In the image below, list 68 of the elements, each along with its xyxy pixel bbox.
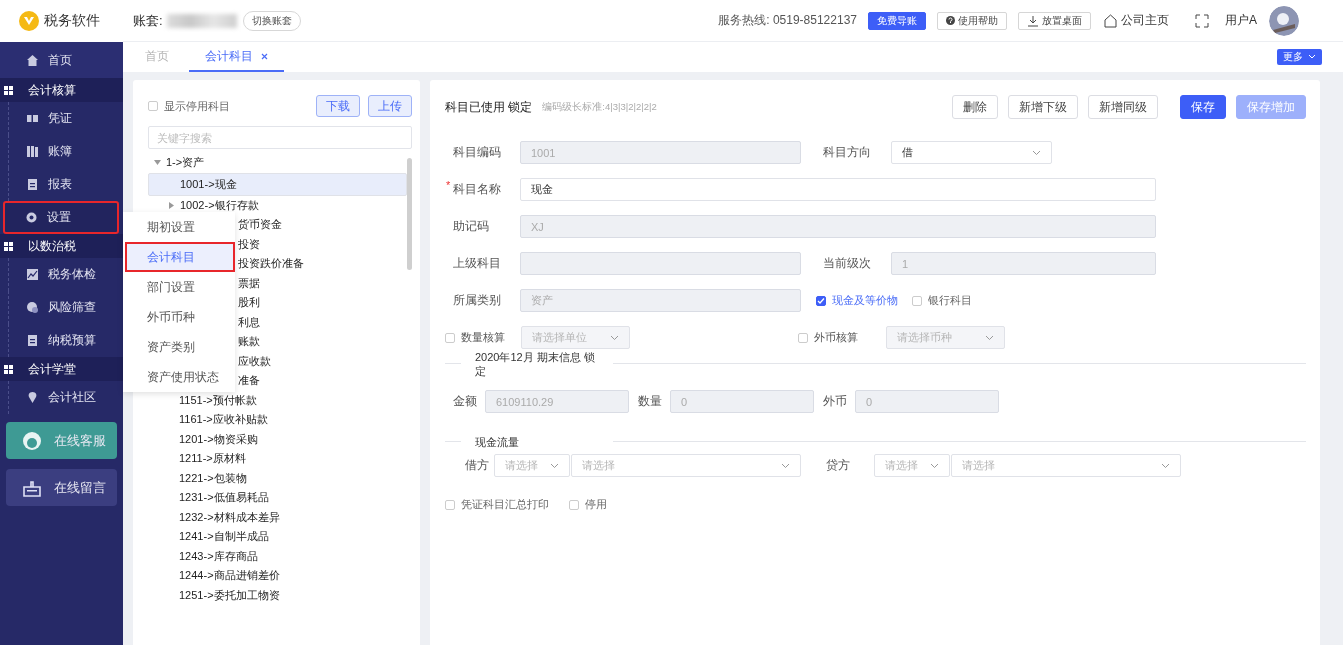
field-label: 科目名称	[452, 182, 502, 197]
required-mark: *	[446, 179, 452, 191]
leave-message-button[interactable]: 在线留言	[6, 469, 117, 506]
tree-node[interactable]: 1->资产	[148, 153, 407, 173]
field-label: 贷方	[826, 458, 851, 473]
direction-select[interactable]: 借	[891, 141, 1052, 164]
tree-node[interactable]: 1231->低值易耗品	[148, 488, 407, 508]
search-field[interactable]: 关键字搜索	[148, 126, 412, 149]
tree-node[interactable]: 1211->原材料	[148, 449, 407, 469]
user-name[interactable]: 用户A	[1225, 12, 1257, 29]
tree-node[interactable]: 1244->商品进销差价	[148, 566, 407, 586]
flag-checkbox[interactable]: 现金及等价物	[816, 293, 898, 308]
section-title: 2020年12月 期末信息 锁定	[461, 350, 613, 378]
sidebar-group[interactable]: 以数治税	[0, 234, 123, 258]
option-checkbox[interactable]: 停用	[569, 497, 607, 512]
add-sibling-button[interactable]: 新增同级	[1088, 95, 1158, 119]
field-label: 数量	[638, 394, 662, 409]
field-label: 当前级次	[823, 256, 872, 271]
menu-item[interactable]: 外币币种	[123, 302, 235, 332]
field-label: 助记码	[452, 219, 490, 234]
tree-node[interactable]: 1002->银行存款	[148, 195, 407, 215]
tree-node[interactable]: 1251->委托加工物资	[148, 585, 407, 605]
tree-node[interactable]: 1001->现金	[148, 172, 407, 196]
switch-account-button[interactable]: 切换账套	[242, 10, 301, 31]
tree-node[interactable]: 1161->应收补贴款	[148, 410, 407, 430]
import-button[interactable]: 免费导账	[868, 11, 926, 30]
tree-node[interactable]: 1151->预付帐款	[148, 390, 407, 410]
field-label: 外币	[823, 394, 847, 409]
field-label: 金额	[453, 394, 477, 409]
menu-item[interactable]: 会计科目	[125, 242, 235, 272]
menu-item[interactable]: 资产类别	[123, 332, 235, 362]
company-home-link[interactable]: 公司主页	[1104, 12, 1169, 29]
app-name: 税务软件	[44, 12, 100, 30]
sidebar-item[interactable]: 设置	[3, 201, 119, 234]
sidebar-item[interactable]: 首页	[0, 42, 123, 78]
code-rule-text: 编码级长标准:4|3|3|2|2|2|2	[542, 100, 657, 114]
menu-item[interactable]: 资产使用状态	[123, 362, 235, 392]
download-button[interactable]: 下载	[316, 95, 360, 117]
hotline-text: 服务热线: 0519-85122137	[718, 12, 857, 29]
upload-button[interactable]: 上传	[368, 95, 412, 117]
tree-node[interactable]: 1241->自制半成品	[148, 527, 407, 547]
name-field[interactable]: 现金	[520, 178, 1156, 201]
menu-item[interactable]: 期初设置	[123, 212, 235, 242]
field-label: 借方	[464, 458, 490, 473]
currency-checkbox[interactable]: 外币核算	[798, 330, 886, 345]
tree-node[interactable]: 1232->材料成本差异	[148, 507, 407, 527]
add-child-button[interactable]: 新增下级	[1008, 95, 1078, 119]
tree-node[interactable]: 1221->包装物	[148, 468, 407, 488]
field-label: 科目编码	[452, 145, 502, 160]
flag-checkbox[interactable]: 银行科目	[912, 293, 972, 308]
help-button[interactable]: 使用帮助	[937, 11, 1007, 30]
desktop-button[interactable]: 放置桌面	[1018, 11, 1091, 30]
field-label: 所属类别	[452, 293, 502, 308]
sidebar-group[interactable]: 会计核算	[0, 78, 123, 102]
option-checkbox[interactable]: 凭证科目汇总打印	[445, 497, 549, 512]
save-button[interactable]: 保存	[1180, 95, 1226, 119]
account-label: 账套:	[133, 11, 163, 30]
field-label: 上级科目	[452, 256, 502, 271]
sidebar-group[interactable]: 会计学堂	[0, 357, 123, 381]
menu-item[interactable]: 部门设置	[123, 272, 235, 302]
delete-button[interactable]: 删除	[952, 95, 998, 119]
more-button[interactable]: 更多	[1277, 49, 1322, 65]
form-title: 科目已使用 锁定	[445, 98, 533, 116]
quantity-checkbox[interactable]: 数量核算	[445, 330, 521, 345]
tree-node[interactable]: 1201->物资采购	[148, 429, 407, 449]
section-title: 现金流量	[461, 435, 613, 449]
field-label: 科目方向	[823, 145, 872, 160]
tree-node[interactable]: 1243->库存商品	[148, 546, 407, 566]
